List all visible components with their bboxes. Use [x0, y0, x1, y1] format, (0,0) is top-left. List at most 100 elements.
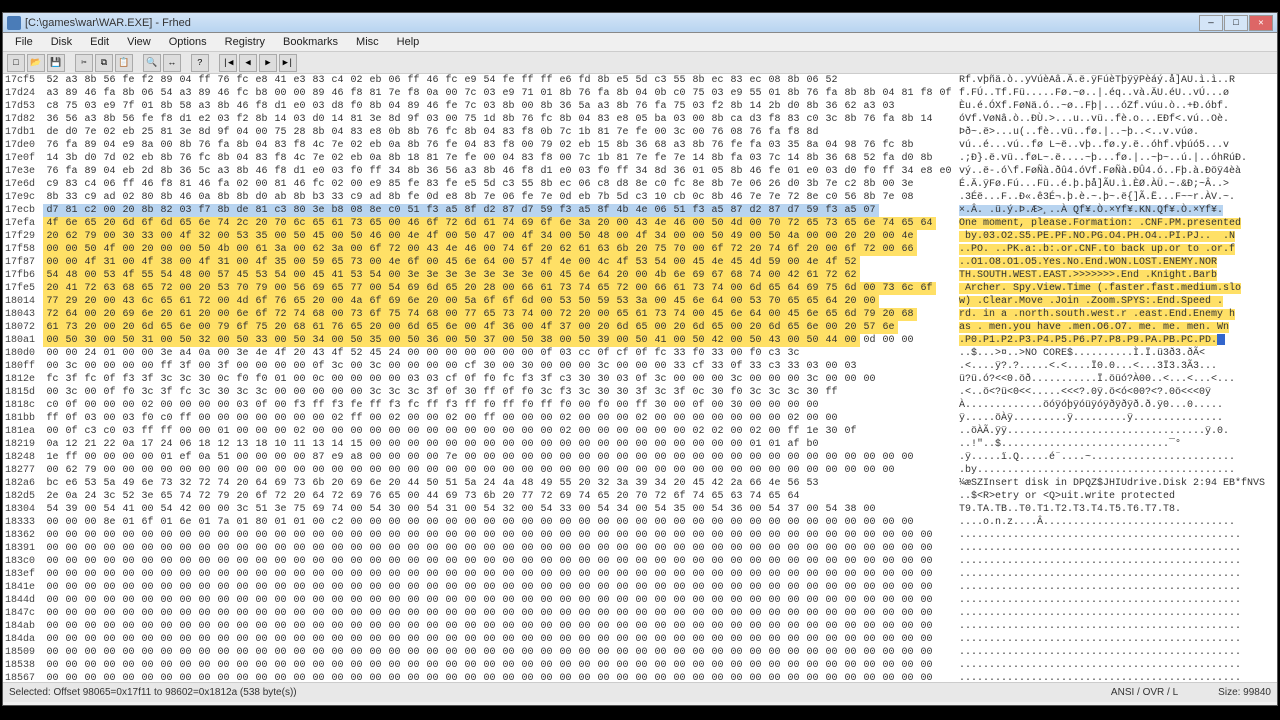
hex-row[interactable]: 0000000000000000000000000000000000000000… — [43, 581, 955, 594]
hex-row[interactable]: 00004f31004f38004f31004f3500596573004e6f… — [43, 256, 955, 269]
ascii-row[interactable]: ........................................… — [959, 568, 1277, 581]
hex-row[interactable]: 000fc3c003ffff00000100000002000000000000… — [43, 425, 955, 438]
hex-row[interactable]: 206279003033004f32005335005045005046004e… — [43, 230, 955, 243]
next-icon[interactable]: ▶ — [259, 54, 277, 72]
ascii-row[interactable]: w) .Clear.Move .Join .Zoom.SPYS:.End.Spe… — [959, 295, 1277, 308]
hex-row[interactable]: 77292000436c656172004d6f766520004a6f696e… — [43, 295, 955, 308]
ascii-row[interactable]: ..PO. ..PK.a:.b:.or.CNF.to back up.or to… — [959, 243, 1277, 256]
hex-row[interactable]: 0000000000000000000000000000000000000000… — [43, 568, 955, 581]
hex-row[interactable]: 4f6e65206d6f6d656e742c20706c656173650046… — [43, 217, 955, 230]
close-button[interactable]: ✕ — [1249, 15, 1273, 31]
hex-row[interactable]: 3656a38b56fef8d1e203f28b1403d014813e8d9f… — [43, 113, 955, 126]
help-icon[interactable]: ? — [191, 54, 209, 72]
hex-row[interactable]: 2e0a243c523e65747279206f7220647269766500… — [43, 490, 955, 503]
hex-row[interactable]: 0000000000000000000000000000000000000000… — [43, 620, 955, 633]
ascii-row[interactable]: ........................................… — [959, 555, 1277, 568]
ascii-row[interactable]: ........................................… — [959, 594, 1277, 607]
menu-file[interactable]: File — [7, 34, 41, 50]
menu-options[interactable]: Options — [161, 34, 215, 50]
hex-row[interactable]: 543900544100544200003c513e75697400543000… — [43, 503, 955, 516]
menu-view[interactable]: View — [119, 34, 159, 50]
ascii-column[interactable]: Rf.vþñä.ò..yVúèAâ.Ä.ë.ÿFúèTþÿÿPèáý.å]AU.… — [955, 74, 1277, 682]
ascii-row[interactable]: f.FÚ..Tf.Fü.....Fø.~ø..|.éq..và.ÄU.éU..v… — [959, 87, 1277, 100]
hex-row[interactable]: fc3ffc0ff33f3c3c300cf0f001000c0000000003… — [43, 373, 955, 386]
hex-row[interactable]: 0000240100003ea40a003e4e4f20434f52452400… — [43, 347, 955, 360]
cut-icon[interactable]: ✂ — [75, 54, 93, 72]
ascii-row[interactable]: T9.TA.TB..T0.T1.T2.T3.T4.T5.T6.T7.T8. — [959, 503, 1277, 516]
first-icon[interactable]: |◀ — [219, 54, 237, 72]
ascii-row[interactable]: Èu.é.ÓXf.FøNä.ó..~ø..Fþ|...óZf.vúu.ò..+Ð… — [959, 100, 1277, 113]
hex-row[interactable]: bce6535a496e73327274206469736b20696e2044… — [43, 477, 955, 490]
ascii-row[interactable]: ..!"..$............................¯° — [959, 438, 1277, 451]
hex-row[interactable]: 0000000000000000000000000000000000000000… — [43, 594, 955, 607]
hex-row[interactable]: 72640020696e206120006e6f72746800736f7574… — [43, 308, 955, 321]
ascii-row[interactable]: ....o.n.z....Â..........................… — [959, 516, 1277, 529]
ascii-row[interactable]: rd. in a .north.south.west.r .east.End.E… — [959, 308, 1277, 321]
ascii-row[interactable]: ÿ.....öÀÿ.........ÿ.........ÿ...........… — [959, 412, 1277, 425]
ascii-row[interactable]: ........................................… — [959, 529, 1277, 542]
menu-bookmarks[interactable]: Bookmarks — [275, 34, 346, 50]
open-icon[interactable]: 📂 — [27, 54, 45, 72]
ascii-row[interactable]: ü?ü.ó?<<0.öð...........Ï.öüó?À00..<...<.… — [959, 373, 1277, 386]
ascii-row[interactable]: ..O1.O8.O1.O5.Yes.No.End.WON.LOST.ENEMY.… — [959, 256, 1277, 269]
hex-row[interactable]: 0050300050310050320050330050340050350050… — [43, 334, 955, 347]
ascii-row[interactable]: as . men.you have .men.O6.O7. me. me. me… — [959, 321, 1277, 334]
ascii-row[interactable]: vý..ë-.ó\f.FøÑà.ðû4.óVf.FøÑà.ÐÛ4.ó..Fþ.à… — [959, 165, 1277, 178]
ascii-row[interactable]: ........................................… — [959, 607, 1277, 620]
ascii-row[interactable]: .P0.P1.P2.P3.P4.P5.P6.P7.P8.P9.PA.PB.PC.… — [959, 334, 1277, 347]
menu-registry[interactable]: Registry — [217, 34, 273, 50]
menu-disk[interactable]: Disk — [43, 34, 80, 50]
ascii-row[interactable]: ..$...>¤..>NO CORE$..........Ì.Ï.ü3ð3.ðÃ… — [959, 347, 1277, 360]
hex-row[interactable]: 143bd07d02eb8b76fc8b0483f84c7e02eb0a8b18… — [43, 152, 955, 165]
ascii-row[interactable]: .<....ÿ?.?.....<.<....Ï0.0...<...3Ï3.3Ã3… — [959, 360, 1277, 373]
hex-row[interactable]: 0a1221220a172406181213181011131415000000… — [43, 438, 955, 451]
ascii-row[interactable]: ........................................… — [959, 659, 1277, 672]
hex-row[interactable]: 0000000000000000000000000000000000000000… — [43, 529, 955, 542]
menu-help[interactable]: Help — [389, 34, 428, 50]
prev-icon[interactable]: ◀ — [239, 54, 257, 72]
hex-row[interactable]: 2041726368657200205370790056696577005469… — [43, 282, 955, 295]
ascii-row[interactable]: ×.Â. .ü.ý.Þ.Æ>¸..À Qf¥.Ò.×Yf¥.KN.Qf¥.Ò.×… — [959, 204, 1277, 217]
hex-editor-area[interactable]: 17cf517d2417d5317d8217db117de017e0f17e3e… — [3, 74, 1277, 682]
hex-row[interactable]: 0000504f00200000504b00613a00623a006f7200… — [43, 243, 955, 256]
titlebar[interactable]: [C:\games\war\WAR.EXE] - Frhed — □ ✕ — [3, 13, 1277, 33]
ascii-row[interactable]: ¼æSZInsert disk in DPQZ$JHIUdrive.Disk 2… — [959, 477, 1277, 490]
hex-row[interactable]: 0000008e016f016e017a0180010100c200000000… — [43, 516, 955, 529]
ascii-row[interactable]: ........................................… — [959, 620, 1277, 633]
hex-row[interactable]: a38946fa8b0654a38946fcb800008946f8817ef8… — [43, 87, 955, 100]
ascii-row[interactable]: É.Ä.ÿFø.Fú...Fü..é.þ.þå]ÃU.ì.ÈØ.ÀÜ.~.&Ð;… — [959, 178, 1277, 191]
find-icon[interactable]: 🔍 — [143, 54, 161, 72]
minimize-button[interactable]: — — [1199, 15, 1223, 31]
ascii-row[interactable]: ........................................… — [959, 672, 1277, 682]
hex-row[interactable]: 0000000000000000000000000000000000000000… — [43, 659, 955, 672]
hex-row[interactable]: d781c200208b8203f78bde81c3803eb8088ec051… — [43, 204, 955, 217]
hex-row[interactable]: ded07e02eb25813e8d9f040075288b0483e80b8b… — [43, 126, 955, 139]
ascii-row[interactable]: .ÿ.....ï.Q.....é¨....~..................… — [959, 451, 1277, 464]
ascii-row[interactable]: One moment, please.Formation: .CNF.PM.pr… — [959, 217, 1277, 230]
ascii-row[interactable]: vú..é...vú..fø L~ë..vþ..fø.y.ë..óhf.vþúó… — [959, 139, 1277, 152]
hex-row[interactable]: 003c00000000ff3f003f000000000f3c003c0000… — [43, 360, 955, 373]
hex-row[interactable]: 0000000000000000000000000000000000000000… — [43, 646, 955, 659]
new-icon[interactable]: □ — [7, 54, 25, 72]
ascii-row[interactable]: TH.SOUTH.WEST.EAST.>>>>>>>.End .Knight.B… — [959, 269, 1277, 282]
menu-misc[interactable]: Misc — [348, 34, 387, 50]
ascii-row[interactable]: óVf.VøNâ.ò..ÐÙ.>...u..vü..fè.o...EÐf<.vú… — [959, 113, 1277, 126]
ascii-row[interactable]: ........................................… — [959, 581, 1277, 594]
ascii-row[interactable]: ..öÀÃ.ÿÿ................................… — [959, 425, 1277, 438]
ascii-row[interactable]: .<..ö<?ü<0<<.....<<<?.0ÿ.ö<ó<00?<?.0ö<<<… — [959, 386, 1277, 399]
hex-row[interactable]: 8b33c9ad02808b460a8b8bd0ab8bb333c9ad8bfe… — [43, 191, 955, 204]
last-icon[interactable]: ▶| — [279, 54, 297, 72]
hex-row[interactable]: 0000000000000000000000000000000000000000… — [43, 542, 955, 555]
save-icon[interactable]: 💾 — [47, 54, 65, 72]
ascii-row[interactable]: .by.....................................… — [959, 464, 1277, 477]
hex-grid[interactable]: 52a38b56fef28904ff76fce841e383c402eb06ff… — [43, 74, 955, 682]
hex-row[interactable]: c983c406ff46f88146fa02008146fc0200e985fe… — [43, 178, 955, 191]
hex-row[interactable]: 544800534f55544800574553540045415354003e… — [43, 269, 955, 282]
hex-row[interactable]: 003c000ff03c3ffc3c303c3c00000000003c3c3c… — [43, 386, 955, 399]
copy-icon[interactable]: ⧉ — [95, 54, 113, 72]
hex-row[interactable]: 0000000000000000000000000000000000000000… — [43, 555, 955, 568]
hex-row[interactable]: c87503e97f018b58a38b46f8d1e003d8f08b0489… — [43, 100, 955, 113]
paste-icon[interactable]: 📋 — [115, 54, 133, 72]
ascii-row[interactable]: ..$<R>etry or <Q>uit.write protected — [959, 490, 1277, 503]
ascii-row[interactable]: ........................................… — [959, 633, 1277, 646]
